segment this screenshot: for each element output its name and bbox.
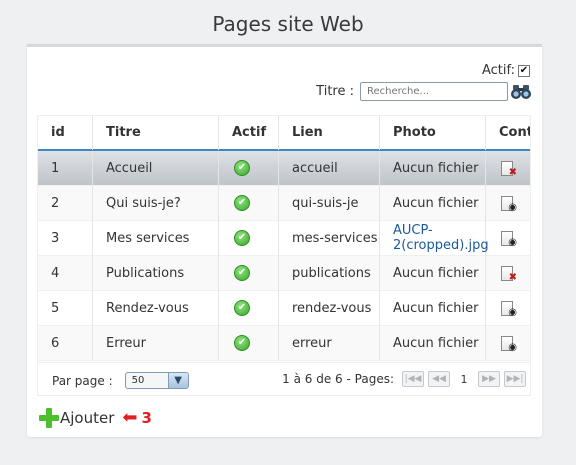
actif-checkbox[interactable]: ✔ bbox=[518, 64, 530, 77]
per-page-value: 50 bbox=[131, 375, 145, 386]
cell-titre: Accueil bbox=[93, 150, 219, 186]
cell-photo: Aucun fichier bbox=[380, 150, 486, 186]
search-input[interactable] bbox=[360, 82, 508, 101]
document-view-icon[interactable]: ◉ bbox=[501, 195, 517, 212]
cell-cont: ◉ bbox=[486, 186, 530, 221]
pages-panel: Actif: ✔ Titre : id Titre Actif Lien Pho… bbox=[27, 44, 542, 437]
column-header-titre[interactable]: Titre bbox=[93, 116, 219, 150]
arrow-left-icon: ⬅ bbox=[122, 407, 138, 428]
photo-file-link[interactable]: AUCP- 2(cropped).jpg bbox=[393, 223, 489, 253]
actif-label: Actif: bbox=[481, 63, 515, 78]
binoculars-search-icon[interactable] bbox=[510, 83, 532, 101]
cell-actif: ✔ bbox=[219, 220, 279, 256]
cell-id: 2 bbox=[38, 185, 93, 221]
cell-lien: qui-suis-je bbox=[279, 185, 380, 221]
pages-table: id Titre Actif Lien Photo Cont 1 Accueil… bbox=[37, 115, 531, 363]
cell-lien: rendez-vous bbox=[279, 290, 380, 326]
cell-titre: Erreur bbox=[93, 325, 219, 361]
per-page-control: Par page : 50 ▼ bbox=[52, 372, 189, 389]
check-icon[interactable]: ✔ bbox=[234, 300, 250, 316]
cell-lien: mes-services bbox=[279, 220, 380, 256]
plus-icon[interactable] bbox=[39, 408, 59, 428]
check-icon[interactable]: ✔ bbox=[234, 160, 250, 176]
cell-cont: ✖ bbox=[486, 151, 530, 186]
document-delete-icon[interactable]: ✖ bbox=[501, 160, 517, 177]
check-icon[interactable]: ✔ bbox=[234, 230, 250, 246]
cell-lien: publications bbox=[279, 255, 380, 291]
first-page-icon[interactable]: |◀◀ bbox=[402, 371, 424, 387]
cell-photo: Aucun fichier bbox=[380, 290, 486, 326]
check-icon[interactable]: ✔ bbox=[234, 335, 250, 351]
cell-id: 5 bbox=[38, 290, 93, 326]
table-row[interactable]: 1 Accueil ✔ accueil Aucun fichier ✖ bbox=[38, 150, 530, 186]
cell-titre: Publications bbox=[93, 255, 219, 291]
cell-photo: Aucun fichier bbox=[380, 255, 486, 291]
cell-photo: AUCP- 2(cropped).jpg bbox=[380, 220, 489, 256]
cell-titre: Rendez-vous bbox=[93, 290, 219, 326]
table-row[interactable]: 4 Publications ✔ publications Aucun fich… bbox=[38, 255, 530, 291]
last-page-icon[interactable]: ▶▶| bbox=[504, 371, 526, 387]
document-view-icon[interactable]: ◉ bbox=[501, 335, 517, 352]
cell-id: 3 bbox=[38, 220, 93, 256]
titre-label: Titre : bbox=[316, 84, 354, 99]
column-header-cont[interactable]: Cont bbox=[486, 116, 530, 150]
table-row[interactable]: 3 Mes services ✔ mes-services AUCP- 2(cr… bbox=[38, 220, 530, 256]
column-header-actif[interactable]: Actif bbox=[219, 116, 279, 150]
chevron-down-icon[interactable]: ▼ bbox=[167, 373, 188, 388]
cell-actif: ✔ bbox=[219, 325, 279, 361]
prev-page-icon[interactable]: ◀◀ bbox=[428, 371, 450, 387]
column-header-id[interactable]: id bbox=[38, 116, 93, 150]
actif-filter: Actif: ✔ bbox=[482, 63, 530, 78]
cell-lien: erreur bbox=[279, 325, 380, 361]
add-row: Ajouter ⬅ 3 bbox=[39, 408, 152, 428]
column-header-lien[interactable]: Lien bbox=[279, 116, 380, 150]
table-row[interactable]: 2 Qui suis-je? ✔ qui-suis-je Aucun fichi… bbox=[38, 185, 530, 221]
cell-id: 1 bbox=[38, 150, 93, 186]
cell-lien: accueil bbox=[279, 150, 380, 186]
titre-filter: Titre : bbox=[316, 82, 532, 101]
document-view-icon[interactable]: ◉ bbox=[501, 230, 517, 247]
table-header: id Titre Actif Lien Photo Cont bbox=[38, 116, 530, 151]
table-footer: Par page : 50 ▼ 1 à 6 de 6 - Pages: |◀◀ … bbox=[37, 363, 531, 396]
annotation-count: 3 bbox=[141, 409, 152, 427]
cell-titre: Mes services bbox=[93, 220, 219, 256]
cell-titre: Qui suis-je? bbox=[93, 185, 219, 221]
pagination-summary: 1 à 6 de 6 - Pages: bbox=[282, 372, 394, 386]
cell-id: 6 bbox=[38, 325, 93, 361]
document-view-icon[interactable]: ◉ bbox=[501, 300, 517, 317]
cell-cont: ◉ bbox=[486, 326, 530, 361]
per-page-select[interactable]: 50 ▼ bbox=[124, 372, 189, 389]
cell-actif: ✔ bbox=[219, 150, 279, 186]
cell-actif: ✔ bbox=[219, 290, 279, 326]
cell-cont: ◉ bbox=[486, 221, 530, 256]
cell-cont: ✖ bbox=[486, 256, 530, 291]
check-icon[interactable]: ✔ bbox=[234, 265, 250, 281]
table-row[interactable]: 6 Erreur ✔ erreur Aucun fichier ◉ bbox=[38, 325, 530, 361]
cell-actif: ✔ bbox=[219, 255, 279, 291]
document-delete-icon[interactable]: ✖ bbox=[501, 265, 517, 282]
cell-cont: ◉ bbox=[486, 291, 530, 326]
page-title: Pages site Web bbox=[212, 12, 364, 36]
pagination: 1 à 6 de 6 - Pages: |◀◀ ◀◀ 1 ▶▶ ▶▶| bbox=[282, 371, 526, 387]
next-page-icon[interactable]: ▶▶ bbox=[478, 371, 500, 387]
per-page-label: Par page : bbox=[52, 373, 113, 388]
cell-photo: Aucun fichier bbox=[380, 325, 486, 361]
check-icon[interactable]: ✔ bbox=[234, 195, 250, 211]
cell-photo: Aucun fichier bbox=[380, 185, 486, 221]
column-header-photo[interactable]: Photo bbox=[380, 116, 486, 150]
add-button[interactable]: Ajouter bbox=[60, 409, 114, 427]
table-row[interactable]: 5 Rendez-vous ✔ rendez-vous Aucun fichie… bbox=[38, 290, 530, 326]
current-page[interactable]: 1 bbox=[454, 373, 474, 386]
cell-actif: ✔ bbox=[219, 185, 279, 221]
cell-id: 4 bbox=[38, 255, 93, 291]
